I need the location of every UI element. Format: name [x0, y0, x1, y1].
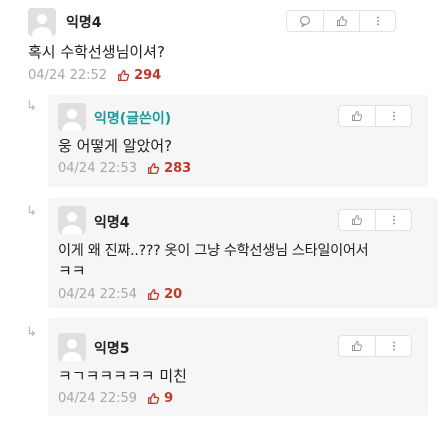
comment-text: 혹시 수학선생님이셔?: [28, 43, 165, 61]
more-button[interactable]: [375, 210, 411, 230]
like-button[interactable]: [323, 11, 359, 31]
more-vertical-icon: [392, 215, 395, 225]
vote-count-value: 283: [164, 161, 192, 176]
reply-item: 익명4 이게 왜 진짜..??? 옷이 그냥 수학선생님 스타일이어서 ㅋㅋ 0…: [48, 198, 438, 308]
vote-count: 9: [147, 391, 173, 406]
vote-count-value: 294: [134, 68, 162, 83]
comment-actions: [338, 105, 412, 127]
thumbs-up-icon: [352, 110, 363, 121]
reply-item: 익명5 ㅋㄱㅋㅋㅋㅋㅋ 미친 04/24 22:59 9: [48, 318, 428, 416]
thumbs-up-icon: [148, 392, 160, 405]
avatar: [58, 206, 86, 234]
reply-arrow-icon: ↳: [26, 204, 37, 219]
thumbs-up-icon: [148, 162, 160, 175]
comment-actions: [338, 209, 412, 231]
comment-time: 04/24 22:52: [28, 68, 108, 83]
reply-button[interactable]: [287, 11, 323, 31]
like-button[interactable]: [339, 336, 375, 356]
thumbs-up-icon: [352, 340, 363, 351]
more-button[interactable]: [375, 336, 411, 356]
vote-count-value: 9: [164, 391, 174, 406]
comment-nickname[interactable]: 익명5: [94, 338, 130, 358]
comment-nickname[interactable]: 익명4: [94, 212, 130, 232]
comment-meta: 04/24 22:59 9: [58, 391, 173, 406]
comment-text: 이게 왜 진짜..??? 옷이 그냥 수학선생님 스타일이어서: [58, 243, 369, 259]
default-avatar-icon: [28, 8, 56, 36]
comment-text: 웅 어떻게 알았어?: [58, 137, 173, 155]
thumbs-up-icon: [352, 214, 363, 225]
avatar: [28, 8, 56, 36]
more-vertical-icon: [392, 341, 395, 351]
more-button[interactable]: [359, 11, 395, 31]
default-avatar-icon: [58, 103, 86, 131]
thumbs-up-icon: [336, 15, 347, 26]
comment-text: ㅋㄱㅋㅋㅋㅋㅋ 미친: [58, 367, 187, 385]
thumbs-up-icon: [118, 69, 130, 82]
more-button[interactable]: [375, 106, 411, 126]
comment-time: 04/24 22:53: [58, 161, 138, 176]
comment-meta: 04/24 22:53 283: [58, 161, 191, 176]
comment-meta: 04/24 22:54 20: [58, 287, 182, 302]
more-vertical-icon: [392, 111, 395, 121]
comment-time: 04/24 22:59: [58, 391, 138, 406]
more-vertical-icon: [376, 16, 379, 26]
like-button[interactable]: [339, 210, 375, 230]
comment-actions: [286, 10, 396, 32]
comment-nickname[interactable]: 익명4: [66, 12, 102, 32]
comment-meta: 04/24 22:52 294: [28, 68, 161, 83]
default-avatar-icon: [58, 333, 86, 361]
avatar: [58, 333, 86, 361]
default-avatar-icon: [58, 206, 86, 234]
comment-item: 익명4 혹시 수학선생님이셔? 04/24 22:52 294: [0, 0, 448, 95]
vote-count: 20: [147, 287, 182, 302]
vote-count: 283: [147, 161, 191, 176]
comment-actions: [338, 335, 412, 357]
avatar: [58, 103, 86, 131]
comment-time: 04/24 22:54: [58, 287, 138, 302]
thumbs-up-icon: [148, 288, 160, 301]
reply-arrow-icon: ↳: [26, 99, 37, 114]
reply-item: 익명(글쓴이) 웅 어떻게 알았어? 04/24 22:53 283: [48, 95, 428, 187]
comment-text-line2: ㅋㅋ: [58, 262, 86, 280]
like-button[interactable]: [339, 106, 375, 126]
vote-count-value: 20: [164, 287, 183, 302]
vote-count: 294: [117, 68, 161, 83]
reply-arrow-icon: ↳: [26, 325, 37, 340]
comment-nickname[interactable]: 익명(글쓴이): [94, 108, 171, 128]
comment-bubble-icon: [299, 15, 311, 27]
